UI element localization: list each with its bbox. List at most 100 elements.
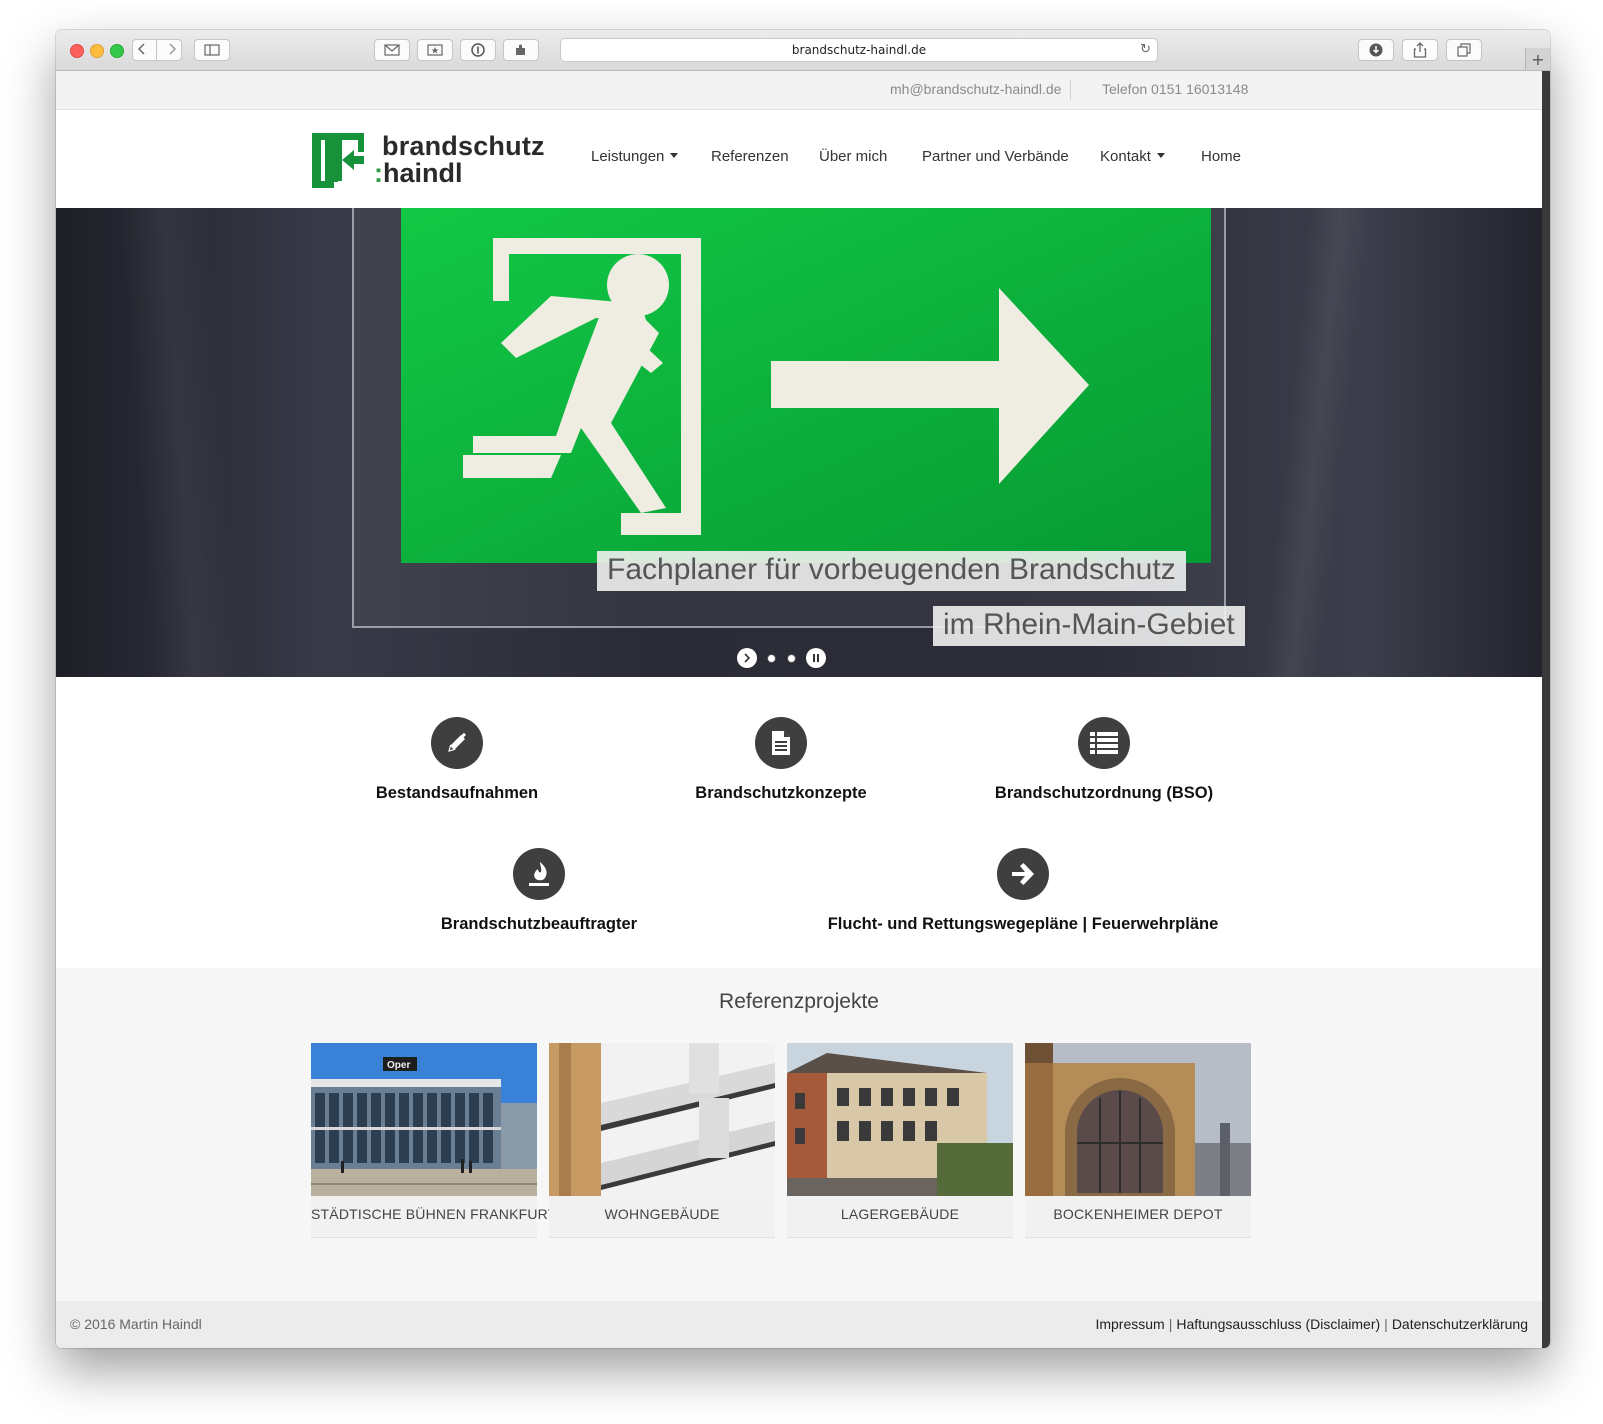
share-button[interactable] xyxy=(1402,39,1438,61)
contact-divider xyxy=(1070,80,1071,100)
footer-bar: © 2016 Martin Haindl Impressum | Haftungsa… xyxy=(56,1301,1542,1348)
pause-icon xyxy=(813,654,819,662)
hero-caption-line1: Fachplaner für vorbeugenden Brandschutz xyxy=(597,551,1186,591)
reference-label: STÄDTISCHE BÜHNEN FRANKFURT xyxy=(311,1206,557,1222)
site-header: brandschutz :haindl Leistungen Referenze… xyxy=(56,110,1542,208)
reference-label: BOCKENHEIMER DEPOT xyxy=(1053,1206,1223,1222)
service-brandschutzbeauftragter[interactable]: Brandschutzbeauftragter xyxy=(429,848,649,934)
caret-down-icon xyxy=(670,153,679,158)
fullscreen-window-button[interactable] xyxy=(110,44,124,58)
logo-exit-icon xyxy=(312,133,364,188)
nav-label: Partner und Verbände xyxy=(922,148,1069,165)
sidebar-icon xyxy=(204,44,220,56)
back-forward-buttons xyxy=(132,39,182,61)
nav-label: Über mich xyxy=(819,148,888,165)
nav-item-partner[interactable]: Partner und Verbände xyxy=(922,148,1069,165)
info-icon xyxy=(471,43,485,57)
hero-slider[interactable]: Fachplaner für vorbeugenden Brandschutz … xyxy=(56,208,1542,677)
info-button[interactable] xyxy=(460,39,496,61)
reference-image-residential xyxy=(549,1043,775,1196)
url-text: brandschutz-haindl.de xyxy=(791,43,927,57)
extension-button[interactable] xyxy=(503,39,539,61)
nav-label: Kontakt xyxy=(1100,148,1151,165)
download-icon xyxy=(1369,43,1383,57)
reference-card-wohngebaeude[interactable]: WOHNGEBÄUDE xyxy=(549,1043,775,1238)
puzzle-icon xyxy=(516,44,525,55)
star-icon xyxy=(427,44,443,56)
slider-next-button[interactable] xyxy=(737,648,757,668)
caret-down-icon xyxy=(1156,153,1165,158)
references-section: Referenzprojekte Oper STÄDTISCHE BÜHNEN … xyxy=(56,968,1542,1269)
reference-card-bockenheimer-depot[interactable]: BOCKENHEIMER DEPOT xyxy=(1025,1043,1251,1238)
chevron-left-icon xyxy=(138,42,145,55)
new-tab-button[interactable]: + xyxy=(1525,48,1550,70)
tabs-overview-button[interactable] xyxy=(1446,39,1482,61)
reference-image-depot xyxy=(1025,1043,1251,1196)
service-bestandsaufnahmen[interactable]: Bestandsaufnahmen xyxy=(357,717,557,803)
nav-label: Referenzen xyxy=(711,148,789,165)
downloads-button[interactable] xyxy=(1358,39,1394,61)
flame-icon xyxy=(513,848,565,900)
nav-label: Home xyxy=(1201,148,1242,165)
close-window-button[interactable] xyxy=(70,44,84,58)
page-viewport: mh@brandschutz-haindl.de Telefon 0151 16… xyxy=(56,71,1550,1348)
address-bar[interactable]: brandschutz-haindl.de ↻ xyxy=(560,38,1158,62)
references-title: Referenzprojekte xyxy=(719,990,879,1013)
hero-light-streak xyxy=(1261,208,1371,677)
disclaimer-link[interactable]: Haftungsausschluss (Disclaimer) xyxy=(1176,1316,1380,1332)
reference-sign-text: Oper xyxy=(387,1060,410,1071)
reference-card-staedtische-buehnen[interactable]: Oper STÄDTISCHE BÜHNEN FRANKFURT xyxy=(311,1043,557,1238)
nav-label: Leistungen xyxy=(591,148,665,165)
back-button[interactable] xyxy=(138,42,146,58)
tabs-icon xyxy=(1457,43,1471,57)
reload-icon[interactable]: ↻ xyxy=(1140,42,1151,57)
forward-button[interactable] xyxy=(168,42,176,58)
privacy-link[interactable]: Datenschutzerklärung xyxy=(1392,1316,1528,1332)
logo-colon: : xyxy=(374,158,383,188)
bookmarks-button[interactable] xyxy=(417,39,453,61)
footer-separator: | xyxy=(1168,1316,1173,1332)
logo-haindl-text: haindl xyxy=(383,158,463,188)
copyright-text: © 2016 Martin Haindl xyxy=(70,1316,202,1332)
footer-separator: | xyxy=(1384,1316,1388,1332)
nav-item-home[interactable]: Home xyxy=(1201,148,1241,165)
email-link[interactable]: mh@brandschutz-haindl.de xyxy=(890,81,1061,97)
minimize-window-button[interactable] xyxy=(90,44,104,58)
slider-dot-2[interactable] xyxy=(787,654,796,663)
service-label: Brandschutzbeauftragter xyxy=(440,915,638,933)
service-brandschutzordnung[interactable]: Brandschutzordnung (BSO) xyxy=(984,717,1224,803)
service-label: Brandschutzordnung (BSO) xyxy=(994,784,1214,802)
mail-button[interactable] xyxy=(374,39,410,61)
pencil-icon xyxy=(431,717,483,769)
impressum-link[interactable]: Impressum xyxy=(1095,1316,1164,1332)
service-brandschutzkonzepte[interactable]: Brandschutzkonzepte xyxy=(681,717,881,803)
nav-item-referenzen[interactable]: Referenzen xyxy=(711,148,789,165)
reference-label: WOHNGEBÄUDE xyxy=(604,1206,720,1222)
reference-image-opera: Oper xyxy=(311,1043,537,1196)
nav-item-kontakt[interactable]: Kontakt xyxy=(1100,148,1165,165)
mail-icon xyxy=(384,44,400,56)
scrollbar-track[interactable] xyxy=(1542,71,1550,1348)
site-logo[interactable]: brandschutz :haindl xyxy=(312,131,552,193)
document-icon xyxy=(755,717,807,769)
hero-light-streak xyxy=(119,208,243,677)
emergency-exit-sign-image xyxy=(401,208,1211,563)
contact-bar: mh@brandschutz-haindl.de Telefon 0151 16… xyxy=(56,71,1542,110)
browser-toolbar: brandschutz-haindl.de ↻ + xyxy=(56,30,1550,71)
list-icon xyxy=(1078,717,1130,769)
chevron-right-icon xyxy=(744,653,751,663)
sidebar-toggle-button[interactable] xyxy=(194,39,230,61)
nav-item-leistungen[interactable]: Leistungen xyxy=(591,148,679,165)
slider-pause-button[interactable] xyxy=(806,648,826,668)
arrow-right-icon xyxy=(997,848,1049,900)
reference-image-warehouse xyxy=(787,1043,1013,1196)
reference-card-lagergebaeude[interactable]: LAGERGEBÄUDE xyxy=(787,1043,1013,1238)
reference-label: LAGERGEBÄUDE xyxy=(840,1206,960,1222)
hero-caption-line2: im Rhein-Main-Gebiet xyxy=(933,606,1245,646)
service-label: Flucht- und Rettungswegepläne | Feuerweh… xyxy=(827,915,1219,933)
slider-dot-1[interactable] xyxy=(767,654,776,663)
chevron-right-icon xyxy=(169,42,176,55)
service-fluchtwegeplaene[interactable]: Flucht- und Rettungswegepläne | Feuerweh… xyxy=(823,848,1223,934)
nav-item-ueber-mich[interactable]: Über mich xyxy=(819,148,887,165)
browser-window: brandschutz-haindl.de ↻ + mh@brandschutz… xyxy=(56,30,1550,1348)
